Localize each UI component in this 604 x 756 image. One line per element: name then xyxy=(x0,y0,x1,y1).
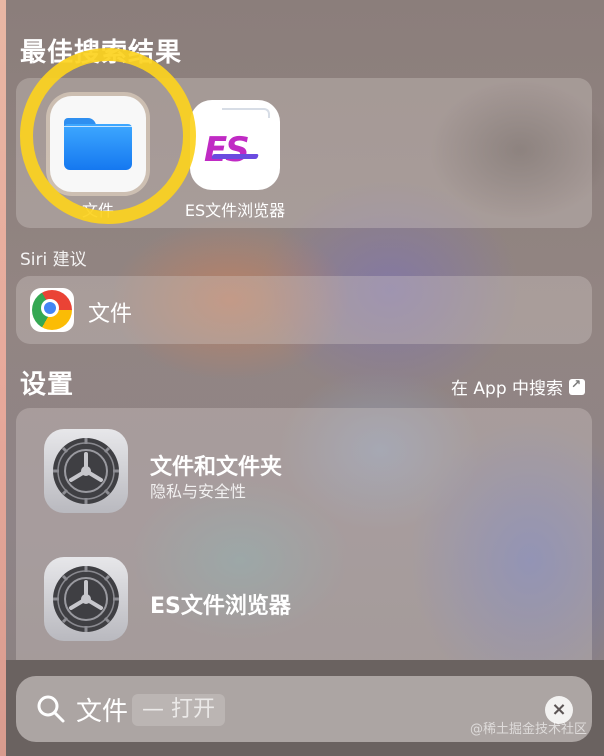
left-edge xyxy=(0,0,6,756)
watermark: @稀土掘金技术社区 xyxy=(470,722,588,737)
search-open-hint: — 打开 xyxy=(132,694,225,726)
chrome-center-blue xyxy=(44,302,56,314)
setting-title: ES文件浏览器 xyxy=(150,594,291,619)
es-app-label[interactable]: ES文件浏览器 xyxy=(180,197,290,221)
highlight-ring xyxy=(20,48,196,224)
es-pages-decoration xyxy=(222,108,270,118)
es-file-explorer-icon[interactable]: ES xyxy=(190,100,280,190)
search-query-text[interactable]: 文件 xyxy=(76,691,128,728)
search-in-app-label: 在 App 中搜索 xyxy=(451,379,564,399)
chrome-icon xyxy=(30,288,74,332)
es-logo-bar xyxy=(211,154,259,159)
search-in-app-link[interactable]: 在 App 中搜索 xyxy=(451,374,586,399)
siri-suggestion-row[interactable]: 文件 xyxy=(16,276,592,344)
siri-suggestion-label: 文件 xyxy=(88,302,133,327)
setting-title: 文件和文件夹 xyxy=(150,455,283,480)
settings-gear-icon xyxy=(44,557,128,641)
search-icon xyxy=(37,695,65,723)
external-link-icon xyxy=(569,377,586,395)
settings-gear-icon xyxy=(44,429,128,513)
settings-section-title: 设置 xyxy=(20,370,75,400)
es-logo: ES xyxy=(204,130,250,170)
setting-subtitle: 隐私与安全性 xyxy=(150,482,247,501)
siri-section-title: Siri 建议 xyxy=(20,250,87,270)
